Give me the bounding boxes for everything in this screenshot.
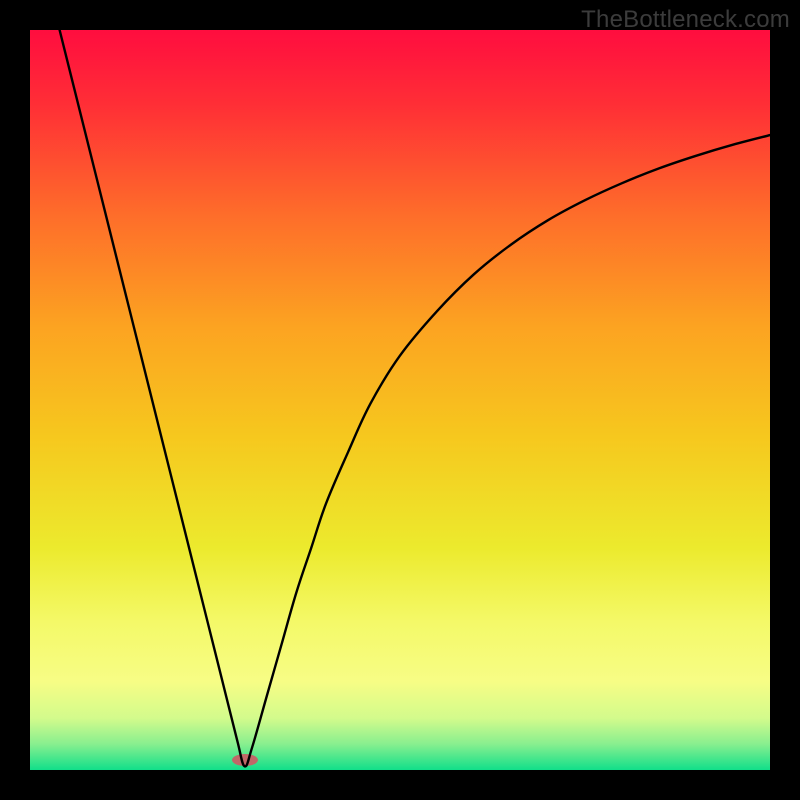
plot-area <box>30 30 770 770</box>
bottleneck-curve <box>30 30 770 770</box>
chart-frame: TheBottleneck.com <box>0 0 800 800</box>
watermark-text: TheBottleneck.com <box>581 6 790 34</box>
